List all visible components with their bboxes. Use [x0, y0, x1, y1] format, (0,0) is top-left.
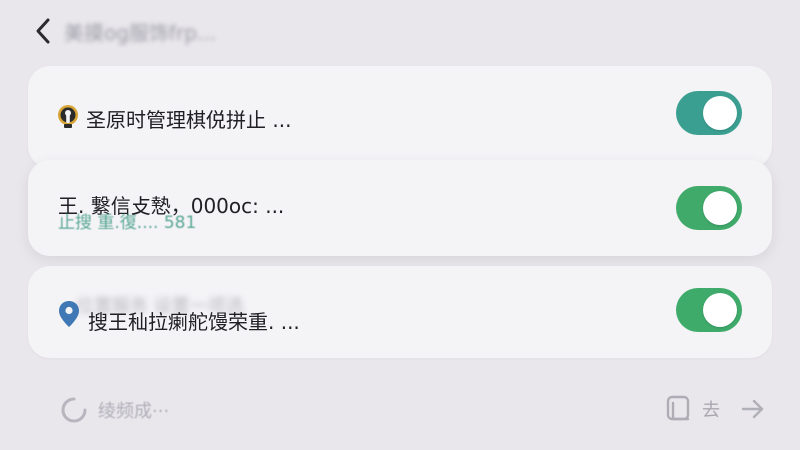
setting-sublabel-2: 止搜 重.復.... 581	[58, 213, 197, 233]
footer-status-label: 绫频成···	[98, 401, 170, 422]
footer-action-label: 去	[702, 400, 720, 421]
back-button[interactable]	[30, 14, 60, 48]
page-title: 美摸og服饰frp...	[64, 21, 216, 45]
top-bar: 美摸og服饰frp...	[0, 0, 800, 62]
setting-card-3: 位置服务 设置一项选 搜王秈拉瘌舵馒荣重. ...	[28, 266, 772, 358]
toggle-knob	[703, 96, 737, 130]
setting-card-1: 圣原时管理棋侻拼止 ...	[28, 66, 772, 168]
loading-ring-icon	[61, 397, 87, 423]
toggle-switch-1[interactable]	[676, 91, 742, 135]
setting-label-3: 搜王秈拉瘌舵馒荣重. ...	[88, 310, 300, 334]
arrow-right-icon[interactable]	[740, 396, 766, 422]
setting-card-2: 王. 繋信攴慹，000oc: ... 止搜 重.復.... 581	[28, 160, 772, 256]
setting-label-1: 圣原时管理棋侻拼止 ...	[86, 108, 292, 132]
copy-icon	[666, 395, 690, 421]
location-pin-icon	[58, 300, 80, 332]
chevron-left-icon	[36, 18, 50, 44]
toggle-knob	[703, 293, 737, 327]
toggle-switch-3[interactable]	[676, 288, 742, 332]
toggle-knob	[703, 191, 737, 225]
toggle-switch-2[interactable]	[676, 186, 742, 230]
lock-badge-icon	[56, 104, 80, 136]
